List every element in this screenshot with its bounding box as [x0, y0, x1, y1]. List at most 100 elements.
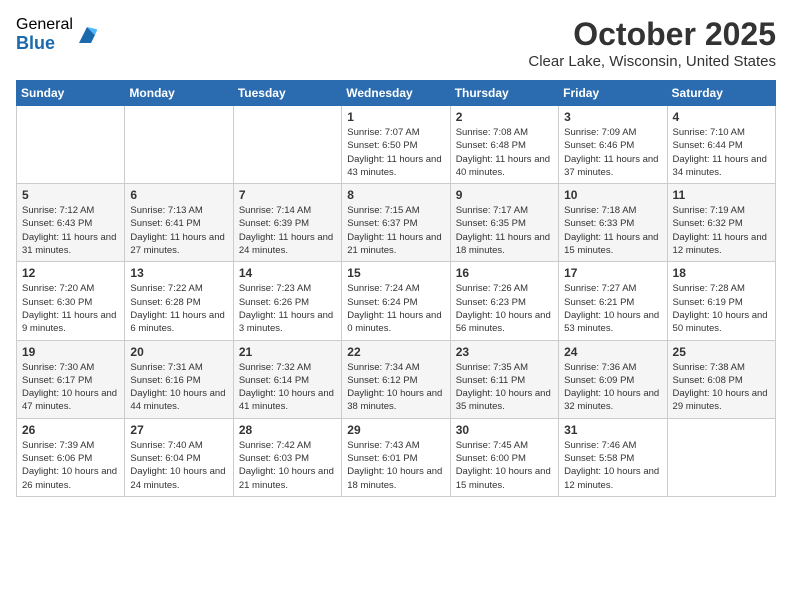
- day-info: Sunrise: 7:26 AM Sunset: 6:23 PM Dayligh…: [456, 282, 553, 335]
- calendar-week-row: 1Sunrise: 7:07 AM Sunset: 6:50 PM Daylig…: [17, 106, 776, 184]
- table-row: 16Sunrise: 7:26 AM Sunset: 6:23 PM Dayli…: [450, 262, 558, 340]
- table-row: 6 Sunrise: 7:13 AM Sunset: 6:41 PM Daylig…: [125, 184, 233, 262]
- day-number: 9: [456, 188, 553, 202]
- day-number: 7: [239, 188, 336, 202]
- day-info: Sunrise: 7:24 AM Sunset: 6:24 PM Dayligh…: [347, 282, 444, 335]
- day-number: 13: [130, 266, 227, 280]
- table-row: 29 Sunrise: 7:43 AM Sunset: 6:01 PM Dayli…: [342, 418, 450, 496]
- day-info: Sunrise: 7:20 AM Sunset: 6:30 PM Dayligh…: [22, 282, 119, 335]
- day-number: 24: [564, 345, 661, 359]
- day-info: Sunrise: 7:32 AM Sunset: 6:14 PM Dayligh…: [239, 361, 336, 414]
- day-info: Sunrise: 7:38 AM Sunset: 6:08 PM Dayligh…: [673, 361, 770, 414]
- day-number: 26: [22, 423, 119, 437]
- table-row: 22 Sunrise: 7:34 AM Sunset: 6:12 PM Dayli…: [342, 340, 450, 418]
- table-row: 20 Sunrise: 7:31 AM Sunset: 6:16 PM Dayli…: [125, 340, 233, 418]
- day-number: 18: [673, 266, 770, 280]
- table-row: [667, 418, 775, 496]
- day-info: Sunrise: 7:46 AM Sunset: 5:58 PM Dayligh…: [564, 439, 661, 492]
- day-number: 23: [456, 345, 553, 359]
- day-number: 22: [347, 345, 444, 359]
- day-info: Sunrise: 7:27 AM Sunset: 6:21 PM Dayligh…: [564, 282, 661, 335]
- col-saturday: Saturday: [667, 81, 775, 106]
- day-number: 8: [347, 188, 444, 202]
- day-number: 19: [22, 345, 119, 359]
- day-info: Sunrise: 7:19 AM Sunset: 6:32 PM Dayligh…: [673, 204, 770, 257]
- col-sunday: Sunday: [17, 81, 125, 106]
- day-number: 10: [564, 188, 661, 202]
- col-thursday: Thursday: [450, 81, 558, 106]
- table-row: 21 Sunrise: 7:32 AM Sunset: 6:14 PM Dayli…: [233, 340, 341, 418]
- table-row: 15 Sunrise: 7:24 AM Sunset: 6:24 PM Dayli…: [342, 262, 450, 340]
- day-info: Sunrise: 7:17 AM Sunset: 6:35 PM Dayligh…: [456, 204, 553, 257]
- day-info: Sunrise: 7:10 AM Sunset: 6:44 PM Dayligh…: [673, 126, 770, 179]
- table-row: 9 Sunrise: 7:17 AM Sunset: 6:35 PM Daylig…: [450, 184, 558, 262]
- day-number: 15: [347, 266, 444, 280]
- day-number: 11: [673, 188, 770, 202]
- day-info: Sunrise: 7:43 AM Sunset: 6:01 PM Dayligh…: [347, 439, 444, 492]
- day-info: Sunrise: 7:15 AM Sunset: 6:37 PM Dayligh…: [347, 204, 444, 257]
- day-info: Sunrise: 7:18 AM Sunset: 6:33 PM Dayligh…: [564, 204, 661, 257]
- table-row: 7Sunrise: 7:14 AM Sunset: 6:39 PM Daylig…: [233, 184, 341, 262]
- day-number: 5: [22, 188, 119, 202]
- table-row: 26Sunrise: 7:39 AM Sunset: 6:06 PM Dayli…: [17, 418, 125, 496]
- day-info: Sunrise: 7:23 AM Sunset: 6:26 PM Dayligh…: [239, 282, 336, 335]
- day-info: Sunrise: 7:12 AM Sunset: 6:43 PM Dayligh…: [22, 204, 119, 257]
- table-row: [17, 106, 125, 184]
- day-info: Sunrise: 7:36 AM Sunset: 6:09 PM Dayligh…: [564, 361, 661, 414]
- day-number: 17: [564, 266, 661, 280]
- table-row: 13 Sunrise: 7:22 AM Sunset: 6:28 PM Dayli…: [125, 262, 233, 340]
- col-friday: Friday: [559, 81, 667, 106]
- table-row: 8 Sunrise: 7:15 AM Sunset: 6:37 PM Daylig…: [342, 184, 450, 262]
- table-row: 28 Sunrise: 7:42 AM Sunset: 6:03 PM Dayli…: [233, 418, 341, 496]
- table-row: 2 Sunrise: 7:08 AM Sunset: 6:48 PM Daylig…: [450, 106, 558, 184]
- day-info: Sunrise: 7:42 AM Sunset: 6:03 PM Dayligh…: [239, 439, 336, 492]
- table-row: 30 Sunrise: 7:45 AM Sunset: 6:00 PM Dayli…: [450, 418, 558, 496]
- table-row: 31Sunrise: 7:46 AM Sunset: 5:58 PM Dayli…: [559, 418, 667, 496]
- col-monday: Monday: [125, 81, 233, 106]
- col-wednesday: Wednesday: [342, 81, 450, 106]
- day-info: Sunrise: 7:08 AM Sunset: 6:48 PM Dayligh…: [456, 126, 553, 179]
- table-row: 4 Sunrise: 7:10 AM Sunset: 6:44 PM Daylig…: [667, 106, 775, 184]
- day-info: Sunrise: 7:13 AM Sunset: 6:41 PM Dayligh…: [130, 204, 227, 257]
- header: General Blue October 2025 Clear Lake, Wi…: [16, 16, 776, 70]
- calendar-week-row: 12 Sunrise: 7:20 AM Sunset: 6:30 PM Dayli…: [17, 262, 776, 340]
- day-info: Sunrise: 7:40 AM Sunset: 6:04 PM Dayligh…: [130, 439, 227, 492]
- logo-general: General: [16, 16, 73, 34]
- month-title: October 2025: [528, 16, 776, 53]
- table-row: 27Sunrise: 7:40 AM Sunset: 6:04 PM Dayli…: [125, 418, 233, 496]
- day-info: Sunrise: 7:30 AM Sunset: 6:17 PM Dayligh…: [22, 361, 119, 414]
- day-info: Sunrise: 7:45 AM Sunset: 6:00 PM Dayligh…: [456, 439, 553, 492]
- table-row: 25 Sunrise: 7:38 AM Sunset: 6:08 PM Dayli…: [667, 340, 775, 418]
- day-info: Sunrise: 7:09 AM Sunset: 6:46 PM Dayligh…: [564, 126, 661, 179]
- table-row: [125, 106, 233, 184]
- day-number: 2: [456, 110, 553, 124]
- logo-icon: [75, 23, 99, 47]
- table-row: 3 Sunrise: 7:09 AM Sunset: 6:46 PM Daylig…: [559, 106, 667, 184]
- day-number: 28: [239, 423, 336, 437]
- logo: General Blue: [16, 16, 99, 53]
- day-number: 3: [564, 110, 661, 124]
- day-number: 21: [239, 345, 336, 359]
- col-tuesday: Tuesday: [233, 81, 341, 106]
- table-row: 10 Sunrise: 7:18 AM Sunset: 6:33 PM Dayli…: [559, 184, 667, 262]
- day-number: 25: [673, 345, 770, 359]
- day-info: Sunrise: 7:34 AM Sunset: 6:12 PM Dayligh…: [347, 361, 444, 414]
- table-row: 17 Sunrise: 7:27 AM Sunset: 6:21 PM Dayli…: [559, 262, 667, 340]
- table-row: 19 Sunrise: 7:30 AM Sunset: 6:17 PM Dayli…: [17, 340, 125, 418]
- day-number: 30: [456, 423, 553, 437]
- day-number: 4: [673, 110, 770, 124]
- day-info: Sunrise: 7:22 AM Sunset: 6:28 PM Dayligh…: [130, 282, 227, 335]
- calendar-table: Sunday Monday Tuesday Wednesday Thursday…: [16, 80, 776, 497]
- table-row: 5 Sunrise: 7:12 AM Sunset: 6:43 PM Daylig…: [17, 184, 125, 262]
- day-number: 14: [239, 266, 336, 280]
- table-row: 23 Sunrise: 7:35 AM Sunset: 6:11 PM Dayli…: [450, 340, 558, 418]
- day-number: 12: [22, 266, 119, 280]
- day-number: 20: [130, 345, 227, 359]
- table-row: 14 Sunrise: 7:23 AM Sunset: 6:26 PM Dayli…: [233, 262, 341, 340]
- table-row: 11 Sunrise: 7:19 AM Sunset: 6:32 PM Dayli…: [667, 184, 775, 262]
- day-number: 29: [347, 423, 444, 437]
- day-info: Sunrise: 7:35 AM Sunset: 6:11 PM Dayligh…: [456, 361, 553, 414]
- day-info: Sunrise: 7:31 AM Sunset: 6:16 PM Dayligh…: [130, 361, 227, 414]
- day-number: 6: [130, 188, 227, 202]
- table-row: [233, 106, 341, 184]
